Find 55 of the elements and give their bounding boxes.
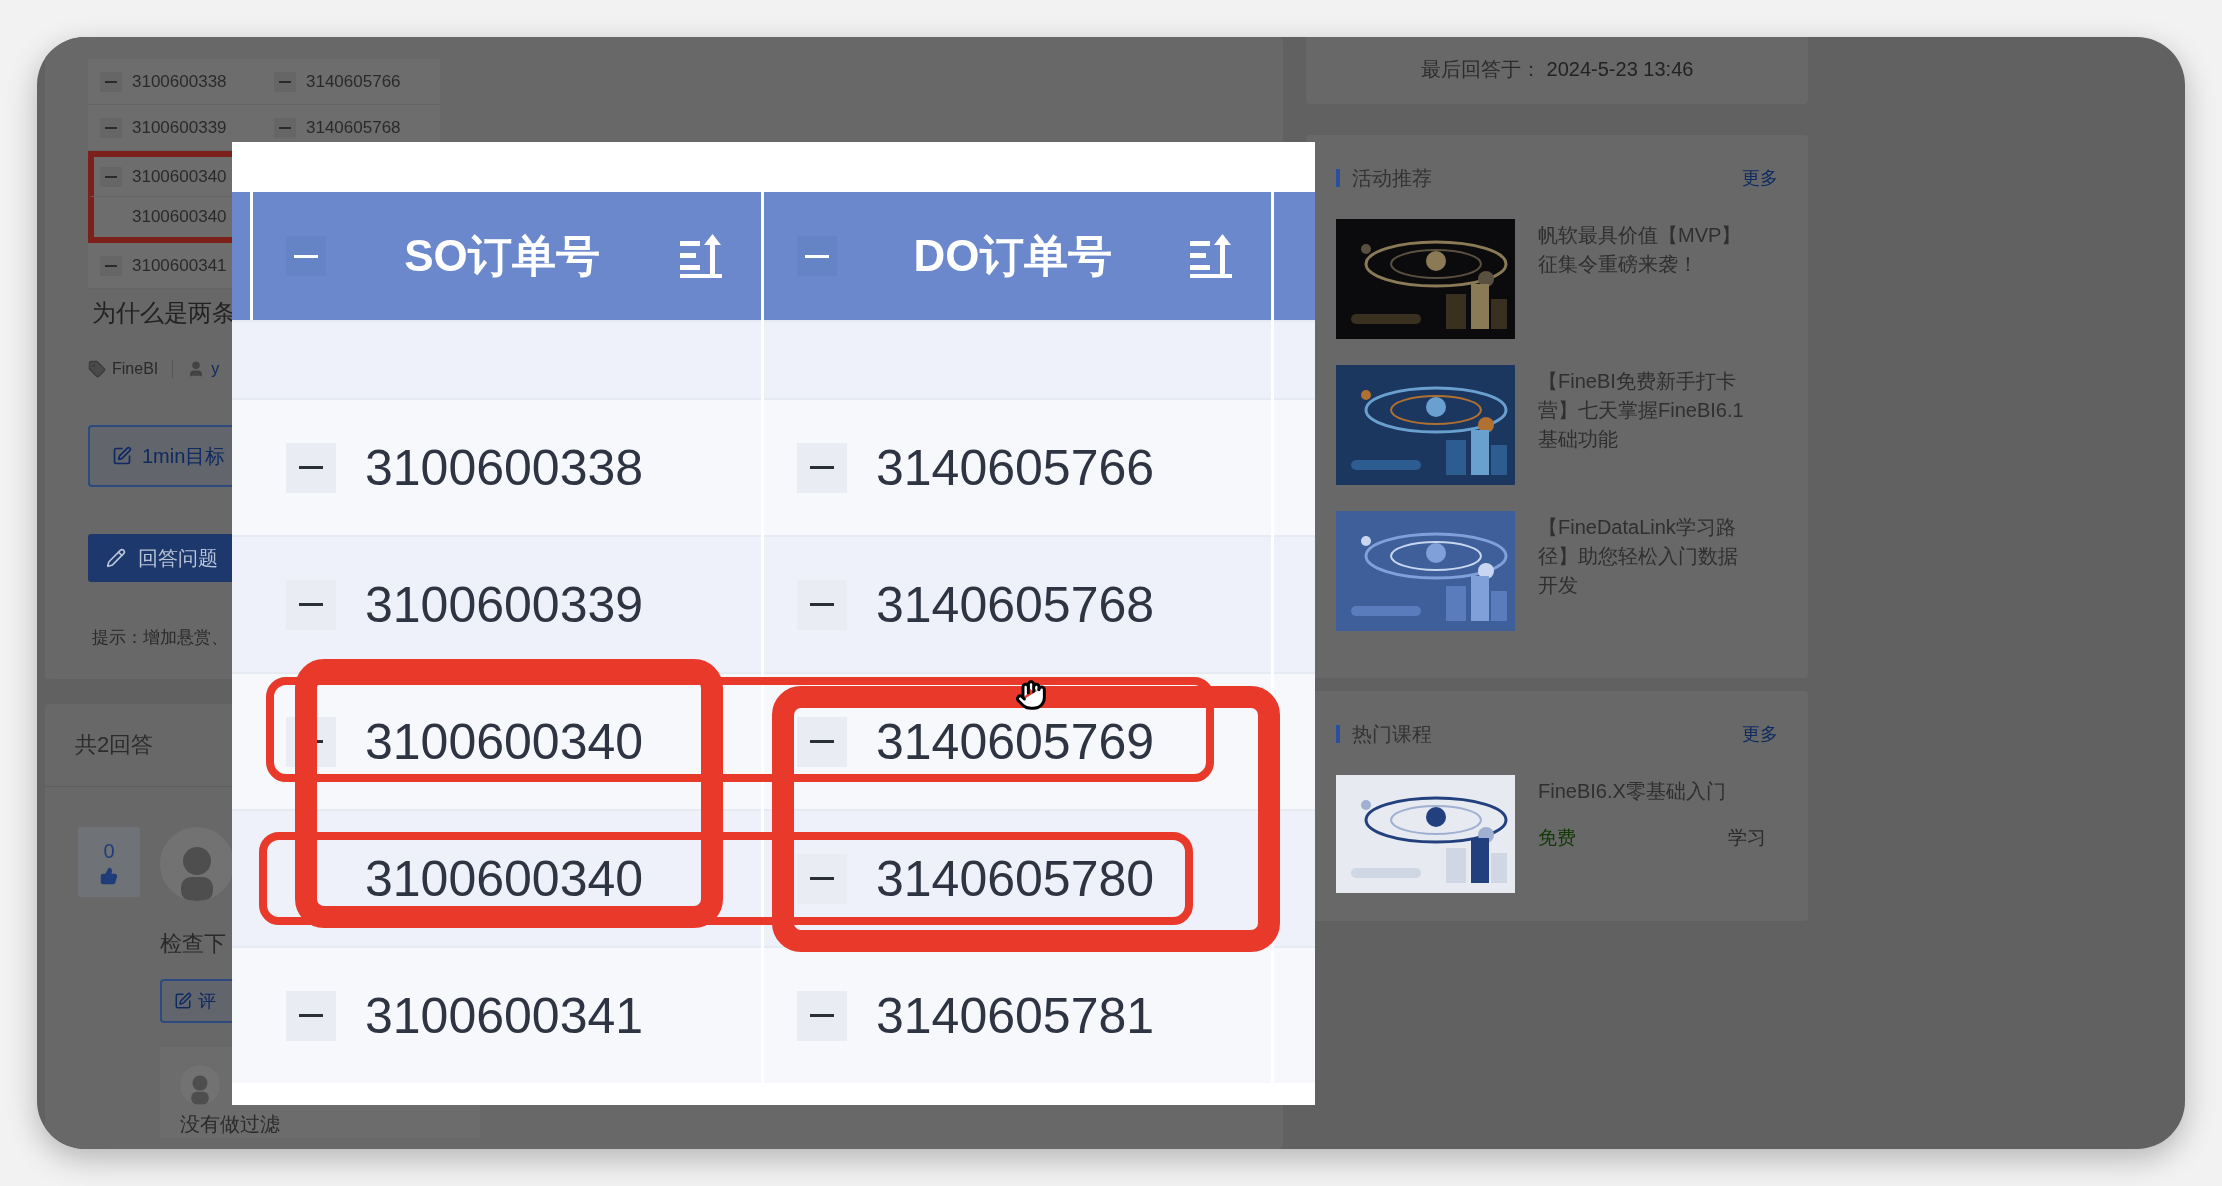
- order-number: 3140605769: [876, 712, 1155, 771]
- order-number: 3100600341: [365, 986, 644, 1045]
- more-link[interactable]: 更多: [1742, 722, 1778, 746]
- order-number: 3100600340: [365, 849, 644, 908]
- last-answer-time: 2024-5-23 13:46: [1546, 58, 1694, 81]
- comment-button[interactable]: 评: [160, 979, 232, 1023]
- activity-link[interactable]: 【FineDataLink学习路径】助您轻松入门数据开发: [1538, 513, 1756, 631]
- collapse-icon[interactable]: [286, 990, 336, 1041]
- order-number: 3140605766: [306, 71, 401, 92]
- pencil-icon: [106, 548, 126, 568]
- learn-link[interactable]: 学习: [1728, 825, 1766, 851]
- collapse-icon[interactable]: [797, 579, 847, 630]
- tag-label[interactable]: FineBI: [112, 360, 159, 378]
- column-title: SO订单号: [403, 229, 601, 282]
- question-text: 为什么是两条: [91, 298, 237, 328]
- collapse-icon[interactable]: [797, 716, 847, 767]
- collapse-icon[interactable]: [797, 853, 847, 904]
- order-number: 3140605766: [876, 438, 1155, 497]
- order-number: 3100600340: [132, 207, 227, 227]
- thumbs-up-icon: [100, 866, 118, 885]
- author-link[interactable]: y: [211, 360, 220, 378]
- activity-link[interactable]: 【FineBI免费新手打卡营】七天掌握FineBI6.1基础功能: [1538, 367, 1756, 485]
- order-number: 3100600339: [132, 117, 227, 138]
- course-price: 免费: [1538, 826, 1576, 850]
- edit-icon: [174, 992, 192, 1010]
- answer-button[interactable]: 回答问题: [88, 534, 232, 582]
- course-link[interactable]: FineBI6.X零基础入门: [1538, 778, 1778, 805]
- order-number: 3100600338: [365, 438, 644, 497]
- hand-cursor-icon: [1015, 679, 1047, 711]
- collapse-icon[interactable]: [286, 579, 336, 630]
- collapse-icon[interactable]: [797, 990, 847, 1041]
- order-number: 3140605780: [876, 849, 1155, 908]
- answer-count: 共2回答: [75, 731, 154, 759]
- column-title: DO订单号: [912, 229, 1113, 282]
- target-button[interactable]: 1min目标: [88, 425, 232, 487]
- order-number: 3100600340: [365, 712, 644, 771]
- order-number: 3140605768: [306, 117, 401, 138]
- answer-text: 检查下: [160, 930, 227, 958]
- collapse-icon[interactable]: [797, 442, 847, 493]
- vote-button[interactable]: 0: [78, 827, 140, 897]
- reply-text: 没有做过滤: [180, 1112, 281, 1137]
- tag-icon: [88, 360, 106, 378]
- edit-icon: [112, 446, 132, 466]
- collapse-icon[interactable]: [286, 442, 336, 493]
- order-number: 3140605781: [876, 986, 1155, 1045]
- last-answer-label: 最后回答于：: [1420, 57, 1541, 82]
- activity-link[interactable]: 帆软最具价值【MVP】征集令重磅来袭！: [1538, 221, 1756, 339]
- order-number: 3100600338: [132, 71, 227, 92]
- hint-text: 提示：增加悬赏、: [91, 627, 229, 649]
- order-number: 3140605768: [876, 575, 1155, 634]
- order-number: 3100600341: [132, 255, 227, 276]
- order-number: 3100600340: [132, 166, 227, 187]
- avatar: [180, 1065, 220, 1105]
- more-link[interactable]: 更多: [1742, 166, 1778, 190]
- order-number: 3100600339: [365, 575, 644, 634]
